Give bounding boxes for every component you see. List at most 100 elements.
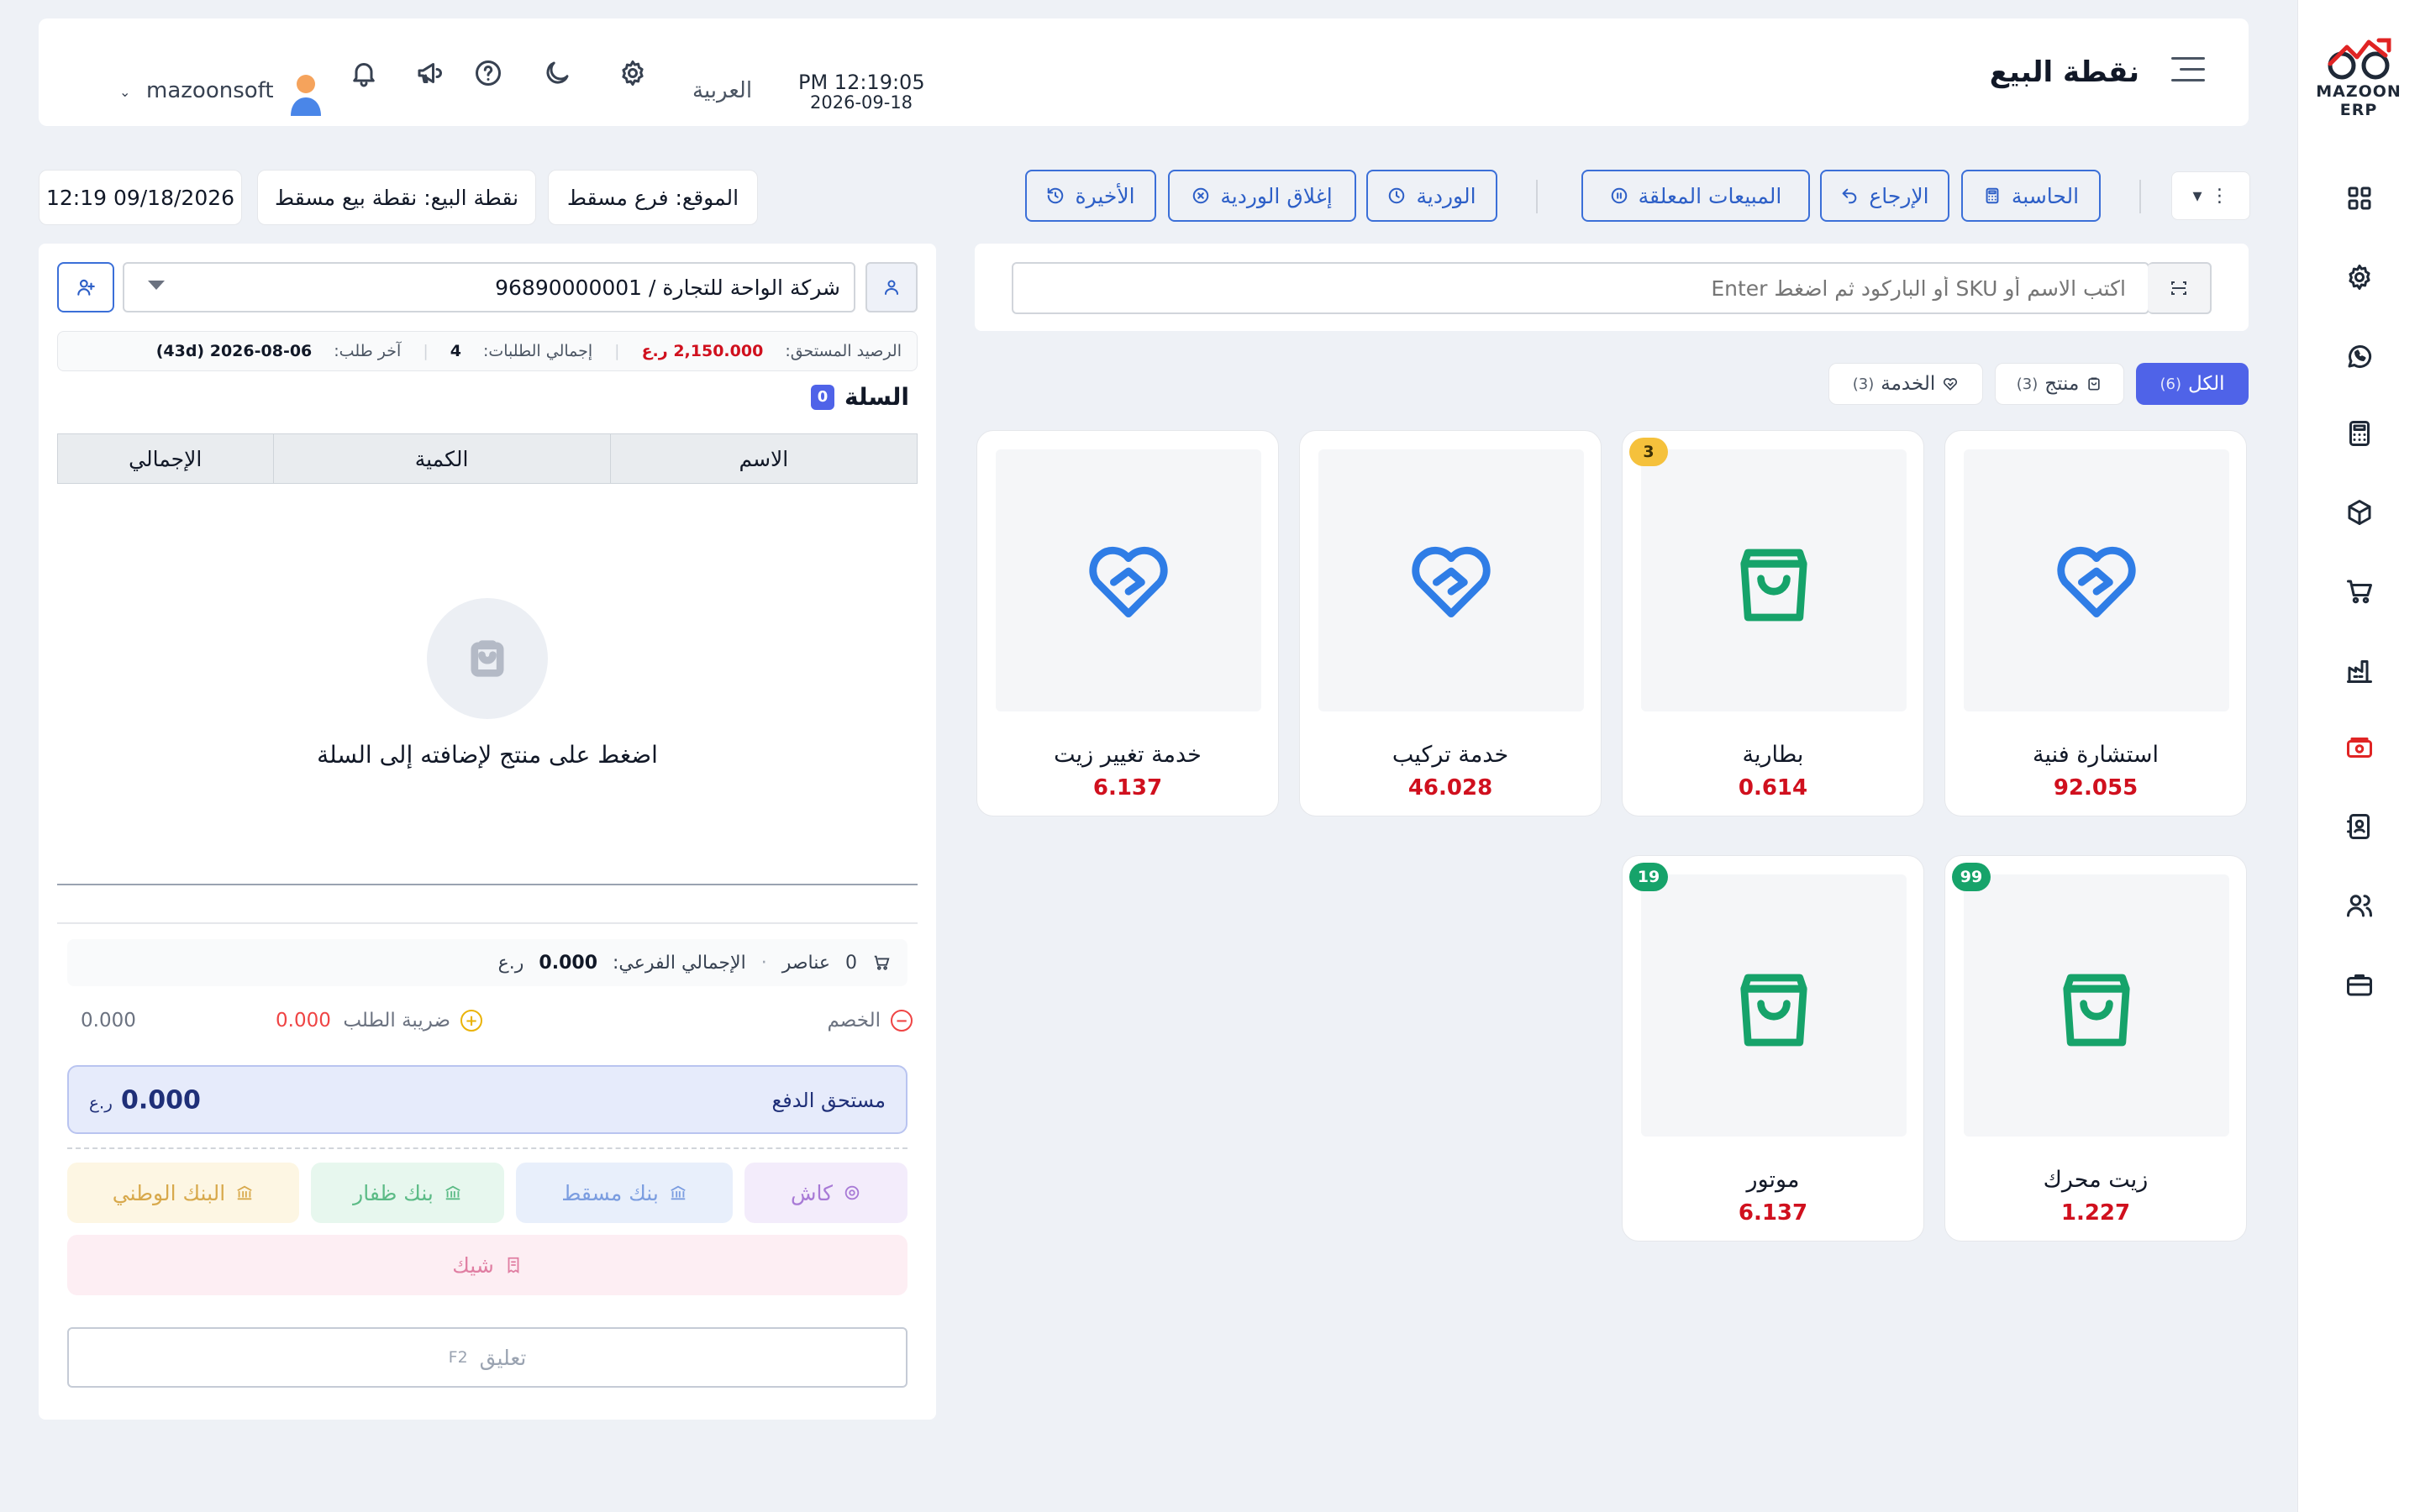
heart-handshake-icon <box>1412 547 1491 617</box>
product-name: خدمة تركيب <box>1392 742 1509 768</box>
filter-tab-product[interactable]: منتج (3) <box>1995 363 2124 405</box>
username[interactable]: mazoonsoft <box>146 78 274 103</box>
pay-national-bank-label: البنك الوطني <box>112 1180 226 1205</box>
product-card[interactable]: 99 زيت محرك 1.227 <box>1944 855 2247 1242</box>
returns-button[interactable]: الإرجاع <box>1820 170 1949 222</box>
toolbar-divider <box>1536 180 1538 213</box>
product-card[interactable]: 3 بطارية 0.614 <box>1622 430 1924 816</box>
contacts-icon[interactable] <box>2336 803 2383 850</box>
pay-cheque-button[interactable]: شيك <box>67 1235 908 1295</box>
shift-label: الوردية <box>1416 183 1476 208</box>
customer-info-row: الرصيد المستحق: 2,150.000 ر.ع | إجمالي ا… <box>57 331 918 371</box>
tax-value: 0.000 <box>81 1010 136 1032</box>
customer-icon <box>865 262 918 312</box>
pay-cash-button[interactable]: كاش <box>744 1163 908 1223</box>
discount-control[interactable]: − الخصم <box>828 1010 913 1032</box>
cart-icon <box>874 955 890 970</box>
product-card[interactable]: خدمة تركيب 46.028 <box>1299 430 1602 816</box>
user-plus-icon <box>77 279 95 296</box>
product-image <box>1964 874 2229 1137</box>
help-icon[interactable] <box>471 55 506 91</box>
add-customer-button[interactable] <box>57 262 114 312</box>
pos-register-icon[interactable] <box>2336 724 2383 771</box>
shift-button[interactable]: الوردية <box>1366 170 1497 222</box>
product-name: استشارة فنية <box>2032 742 2160 768</box>
heart-hand-icon <box>1944 378 1958 391</box>
separator: | <box>423 342 429 360</box>
chevron-down-icon[interactable] <box>148 281 165 290</box>
pause-icon <box>1611 187 1627 204</box>
product-search-input[interactable] <box>1012 262 2149 314</box>
calculator-button[interactable]: الحاسبة <box>1961 170 2101 222</box>
shopping-bag-icon <box>2063 974 2130 1047</box>
megaphone-icon[interactable] <box>412 55 447 91</box>
customer-select[interactable]: شركة الواحة للتجارة / 96890000001 <box>123 262 855 312</box>
product-image <box>996 449 1261 711</box>
cart-table-header: الاسم الكمية الإجمالي <box>57 433 918 484</box>
plus-circle-icon: + <box>460 1010 482 1032</box>
product-card[interactable]: خدمة تغيير زيت 6.137 <box>976 430 1279 816</box>
close-shift-label: إغلاق الوردية <box>1220 183 1333 208</box>
gear-icon[interactable] <box>615 55 650 91</box>
calculator-label: الحاسبة <box>2011 183 2080 208</box>
settings-icon[interactable] <box>2336 254 2383 301</box>
filter-product-count: (3) <box>2016 375 2039 393</box>
dashboard-icon[interactable] <box>2336 175 2383 222</box>
chevron-down-icon[interactable]: ⌄ <box>119 84 130 100</box>
pay-national-bank-button[interactable]: البنك الوطني <box>67 1163 299 1223</box>
subtotal-currency: ر.ع <box>497 952 524 974</box>
orders-label: إجمالي الطلبات: <box>482 342 593 360</box>
menu-toggle-icon[interactable] <box>2171 57 2205 87</box>
product-name: خدمة تغيير زيت <box>1054 742 1202 768</box>
product-price: 6.137 <box>1092 775 1163 801</box>
orders-value: 4 <box>450 342 461 360</box>
filter-tab-service[interactable]: الخدمة (3) <box>1828 363 1983 405</box>
clock-icon <box>1389 187 1405 204</box>
pay-bank-dhofar-button[interactable]: بنك ظفار <box>311 1163 504 1223</box>
product-image <box>1964 449 2229 711</box>
recent-button[interactable]: الأخيرة <box>1025 170 1156 222</box>
filter-service-label: الخدمة <box>1881 373 1936 395</box>
cart-divider <box>57 922 918 924</box>
cart-icon[interactable] <box>2336 568 2383 615</box>
datetime-chip: 12:19 09/18/2026 <box>39 170 242 225</box>
amount-due-currency: ر.ع <box>89 1092 113 1113</box>
filter-tab-all[interactable]: الكل (6) <box>2136 363 2249 405</box>
barcode-scan-button[interactable] <box>2148 262 2212 314</box>
users-icon[interactable] <box>2336 882 2383 929</box>
calculator-icon[interactable] <box>2336 410 2383 457</box>
subtotal-label: الإجمالي الفرعي: <box>613 952 746 974</box>
top-header: نقطة البيع PM 12:19:05 2026-09-18 العربي… <box>39 18 2249 126</box>
payment-divider <box>67 1147 908 1149</box>
app-logo[interactable]: MAZOON ERP <box>2306 34 2412 119</box>
column-qty: الكمية <box>272 434 610 483</box>
product-card[interactable]: 19 موتور 6.137 <box>1622 855 1924 1242</box>
close-circle-icon <box>1193 187 1209 204</box>
amount-due: ر.ع 0.000 <box>89 1086 201 1116</box>
empty-cart-icon <box>427 598 548 719</box>
avatar[interactable] <box>287 72 324 116</box>
scan-icon <box>2171 281 2186 295</box>
language-switch[interactable]: العربية <box>692 78 752 103</box>
factory-icon[interactable] <box>2336 647 2383 694</box>
cart-divider <box>57 884 918 885</box>
tax-label: ضريبة الطلب <box>343 1010 450 1032</box>
held-sales-button[interactable]: المبيعات المعلقة <box>1581 170 1810 222</box>
whatsapp-icon[interactable] <box>2336 333 2383 380</box>
briefcase-icon[interactable] <box>2336 961 2383 1008</box>
moon-icon[interactable] <box>539 55 575 91</box>
suspend-button[interactable]: تعليق F2 <box>67 1327 908 1388</box>
pay-bank-muscat-button[interactable]: بنك مسقط <box>516 1163 733 1223</box>
tax-control[interactable]: + ضريبة الطلب <box>343 1010 482 1032</box>
separator: | <box>614 342 620 360</box>
balance-label: الرصيد المستحق: <box>785 342 902 360</box>
bell-icon[interactable] <box>346 55 381 91</box>
filter-service-count: (3) <box>1852 375 1875 393</box>
product-price: 46.028 <box>1407 775 1493 801</box>
box-icon[interactable] <box>2336 489 2383 536</box>
more-actions-button[interactable]: ▾ ⋮ <box>2171 171 2250 220</box>
close-shift-button[interactable]: إغلاق الوردية <box>1168 170 1356 222</box>
filter-all-label: الكل <box>2188 373 2225 395</box>
pos-chip: نقطة البيع: نقطة بيع مسقط <box>257 170 536 225</box>
product-card[interactable]: استشارة فنية 92.055 <box>1944 430 2247 816</box>
